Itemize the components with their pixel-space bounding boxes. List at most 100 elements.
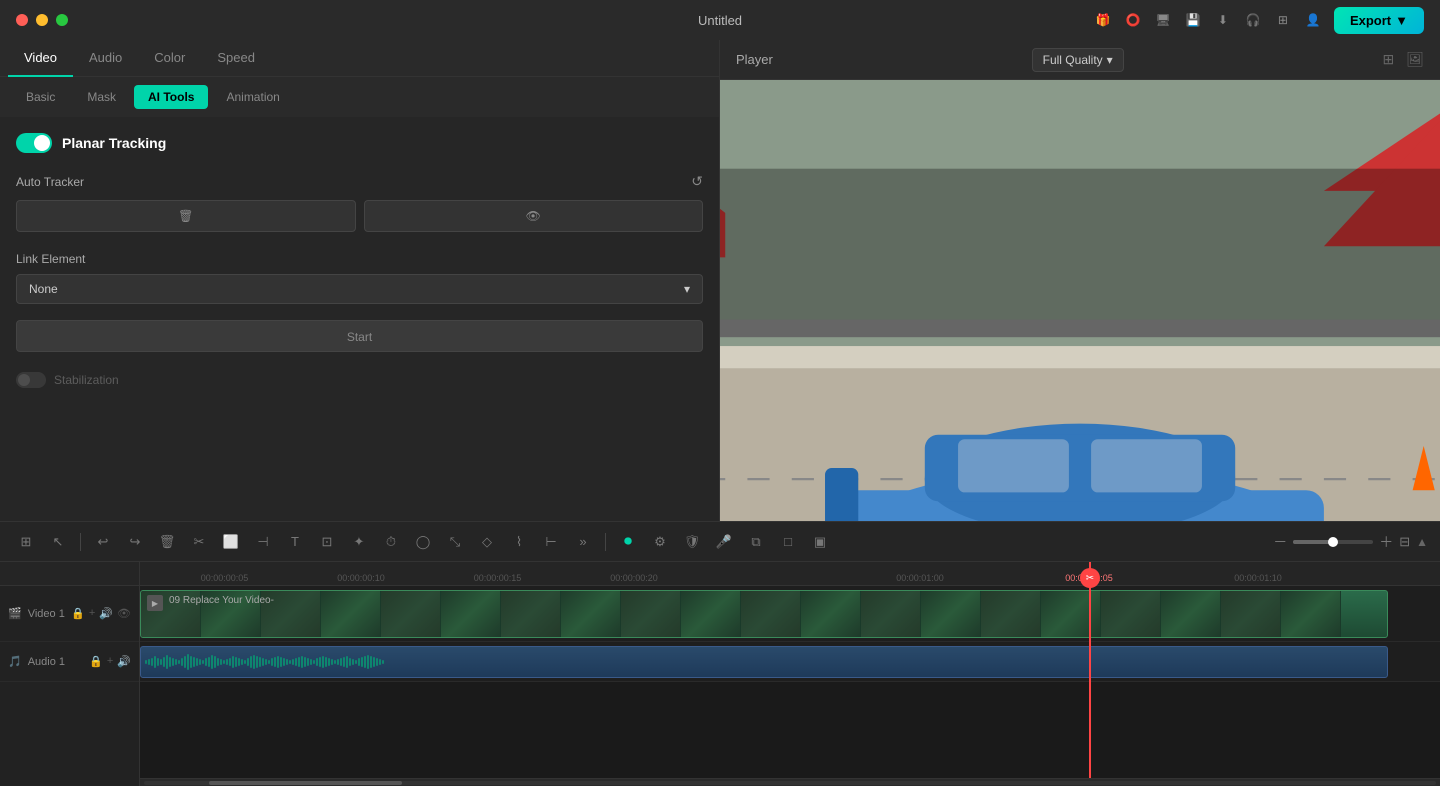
wave-bar [145,660,147,664]
grid-view-icon[interactable]: ⊞ [1382,51,1394,68]
wave-bar [349,658,351,666]
stabilization-toggle[interactable] [16,372,46,388]
eye-tracker-button[interactable]: 👁 [364,200,704,232]
redo-button[interactable]: ↪ [121,528,149,556]
layers-button[interactable]: ⧉ [742,528,770,556]
wave-bar [271,658,273,666]
export-label: Export [1350,13,1391,28]
cut-button[interactable]: ✂ [185,528,213,556]
more-button[interactable]: » [569,528,597,556]
sub-tab-basic[interactable]: Basic [12,85,69,109]
sub-tab-mask[interactable]: Mask [73,85,130,109]
circle-tool[interactable]: ◯ [409,528,437,556]
shield-button[interactable]: 🛡 [678,528,706,556]
zoom-thumb[interactable] [1328,537,1338,547]
select-tool[interactable]: ↖ [44,528,72,556]
wave-bar [256,656,258,668]
audio-track-label: 🎵 Audio 1 🔒 + 🔊 [0,642,139,682]
crop-button[interactable]: ⬜ [217,528,245,556]
zoom-out-button[interactable]: － [1273,532,1287,552]
planar-tracking-row: Planar Tracking [16,133,703,153]
wave-bar [253,655,255,669]
video-btn[interactable]: ▣ [806,528,834,556]
h-scrollbar[interactable] [140,778,1440,786]
tab-audio[interactable]: Audio [73,40,138,77]
link-element-select[interactable]: None ▾ [16,274,703,304]
wave-bar [382,660,384,664]
tab-color[interactable]: Color [138,40,201,77]
start-button[interactable]: Start [16,320,703,352]
wave-bar [160,659,162,665]
wave-bar [319,657,321,667]
quality-label: Full Quality [1043,53,1103,67]
close-button[interactable] [16,14,28,26]
record-button[interactable]: ⏺ [614,528,642,556]
wave-bar [220,659,222,665]
timer-button[interactable]: ⏱ [377,528,405,556]
layout-button[interactable]: ⊟ [1399,534,1410,550]
save-icon[interactable]: 💾 [1184,11,1202,29]
circle-icon[interactable]: ⭕ [1124,11,1142,29]
delete-button[interactable]: 🗑 [153,528,181,556]
headphone-icon[interactable]: 🎧 [1244,11,1262,29]
planar-tracking-toggle[interactable] [16,133,52,153]
resize-button[interactable]: ⤡ [441,528,469,556]
zoom-slider[interactable] [1293,540,1373,544]
video-audio-tracks: ▶ 09 Replace Your Video- ✂ [140,586,1440,778]
export-button[interactable]: Export ▼ [1334,7,1424,34]
wave-bar [226,659,228,665]
wave-bar [268,660,270,664]
wave-bar [364,656,366,668]
wave-bar [301,656,303,668]
titlebar-left [16,14,68,26]
mic-button[interactable]: 🎤 [710,528,738,556]
refresh-icon[interactable]: ↺ [691,173,703,190]
wave-bar [232,656,234,668]
tab-video[interactable]: Video [8,40,73,77]
audio-clip[interactable] [140,646,1388,678]
video-eye-icon[interactable]: 👁 [117,607,131,620]
minimize-button[interactable] [36,14,48,26]
sub-tab-ai-tools[interactable]: AI Tools [134,85,208,109]
download-icon[interactable]: ⬇ [1214,11,1232,29]
shapes-button[interactable]: ◇ [473,528,501,556]
gift-icon[interactable]: 🎁 [1094,11,1112,29]
video-add-icon[interactable]: + [89,607,95,620]
link-element-label: Link Element [16,252,703,266]
wave-bar [172,658,174,666]
add-track-button[interactable]: ⊞ [12,528,40,556]
video-clip[interactable]: ▶ 09 Replace Your Video- [140,590,1388,638]
image-view-icon[interactable]: 🖼 [1406,51,1424,68]
audio-lock-icon[interactable]: 🔒 [89,655,103,668]
effects-button[interactable]: ✦ [345,528,373,556]
audio-volume-icon[interactable]: 🔊 [117,655,131,668]
sub-tab-animation[interactable]: Animation [212,85,293,109]
transform-button[interactable]: ⊡ [313,528,341,556]
split-button[interactable]: ⊣ [249,528,277,556]
player-header-right: ⊞ 🖼 [1382,51,1424,68]
trim-button[interactable]: ⊢ [537,528,565,556]
avatar-icon[interactable]: 👤 [1304,11,1322,29]
maximize-button[interactable] [56,14,68,26]
undo-button[interactable]: ↩ [89,528,117,556]
video-lock-icon[interactable]: 🔒 [71,607,85,620]
caption-button[interactable]: □ [774,528,802,556]
zoom-in-button[interactable]: ＋ [1379,532,1393,552]
wave-bar [181,658,183,666]
delete-tracker-button[interactable]: 🗑 [16,200,356,232]
quality-select[interactable]: Full Quality ▾ [1032,48,1124,72]
waveform [141,647,1387,677]
grid-icon[interactable]: ⊞ [1274,11,1292,29]
tab-speed[interactable]: Speed [201,40,271,77]
screen-icon[interactable]: 🖥 [1154,11,1172,29]
keyframe-button[interactable]: ⌇ [505,528,533,556]
chevron-up-icon[interactable]: ▲ [1416,535,1428,549]
video-volume-icon[interactable]: 🔊 [99,607,113,620]
text-tool[interactable]: T [281,528,309,556]
scrollbar-thumb[interactable] [209,781,403,785]
audio-add-icon[interactable]: + [107,655,113,668]
settings-button[interactable]: ⚙ [646,528,674,556]
wave-bar [154,656,156,668]
scrollbar-track[interactable] [144,781,1436,785]
wave-bar [229,658,231,666]
